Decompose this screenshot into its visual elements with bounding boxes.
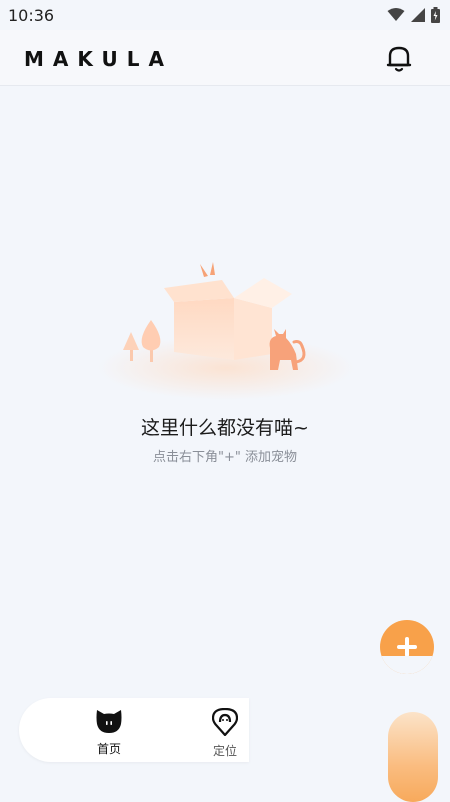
empty-state-title: 这里什么都没有喵~ <box>141 417 309 439</box>
wifi-icon <box>387 8 405 21</box>
add-pet-button[interactable] <box>380 620 434 674</box>
location-pin-icon <box>211 707 239 737</box>
bottom-tab-bar: 首页 定位 <box>19 698 249 762</box>
bell-icon[interactable] <box>386 44 412 74</box>
tab-locate[interactable]: 定位 <box>195 707 255 758</box>
app-header: MAKULA <box>0 30 450 86</box>
status-icons <box>387 7 440 23</box>
tab-home[interactable]: 首页 <box>79 708 139 758</box>
battery-icon <box>431 7 440 23</box>
empty-box-illustration <box>98 262 354 400</box>
tab-home-label: 首页 <box>96 742 121 756</box>
cat-face-icon <box>96 710 122 733</box>
signal-icon <box>411 8 425 22</box>
decorative-orange-blob <box>388 712 438 802</box>
empty-state-hint: 点击右下角"+" 添加宠物 <box>153 450 297 465</box>
brand-logo: MAKULA <box>24 47 173 71</box>
tab-locate-label: 定位 <box>212 744 237 758</box>
status-time: 10:36 <box>8 5 55 25</box>
status-bar: 10:36 <box>0 0 450 30</box>
